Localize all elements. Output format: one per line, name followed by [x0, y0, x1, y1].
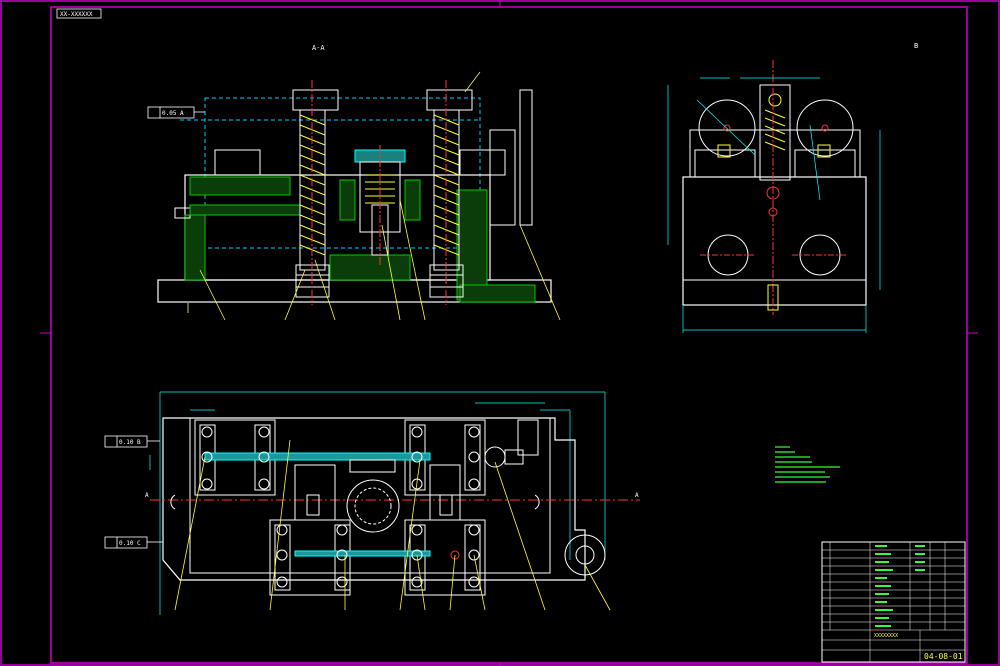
drawing-number: 04-08-01 — [924, 652, 963, 661]
side-view-label: B — [914, 42, 918, 50]
corner-tag-text: XX-XXXXXX — [60, 11, 93, 18]
plan-view: A A 0.10 B 0.10 C — [104, 391, 640, 615]
svg-text:0.10 C: 0.10 C — [119, 540, 141, 547]
section-view-label: A-A — [312, 44, 325, 52]
tolerance-frame-plan-1: 0.10 B — [104, 435, 160, 448]
plan-view-dimensions — [149, 391, 606, 615]
corner-tag: XX-XXXXXX — [56, 8, 102, 19]
locating-pin-icon — [484, 446, 506, 468]
center-plunger — [339, 145, 421, 265]
side-view-b: B — [667, 42, 918, 333]
side-view-dimensions — [667, 77, 881, 333]
tolerance-frame-plan-2: 0.10 C — [104, 536, 163, 549]
tie-rod-top — [204, 452, 431, 461]
svg-text:A: A — [145, 492, 149, 499]
technical-notes — [775, 446, 840, 483]
bolt-holes — [201, 426, 480, 588]
tolerance-frame-top: 0.05 A — [147, 106, 205, 119]
svg-text:A: A — [635, 492, 639, 499]
cad-drawing-sheet: XX-XXXXXX A-A 0.05 A B A A 0.10 B 0.10 C… — [0, 0, 1000, 666]
svg-text:0.05 A: 0.05 A — [162, 110, 184, 117]
title-block: XXXXXXXX 04-08-01 — [821, 541, 966, 663]
tie-rod-bottom — [294, 550, 431, 557]
section-view-a-a: A-A 0.05 A — [147, 44, 561, 321]
leader-lines-plan — [174, 439, 611, 611]
title-block-name: XXXXXXXX — [874, 633, 898, 639]
svg-text:0.10 B: 0.10 B — [119, 439, 141, 446]
